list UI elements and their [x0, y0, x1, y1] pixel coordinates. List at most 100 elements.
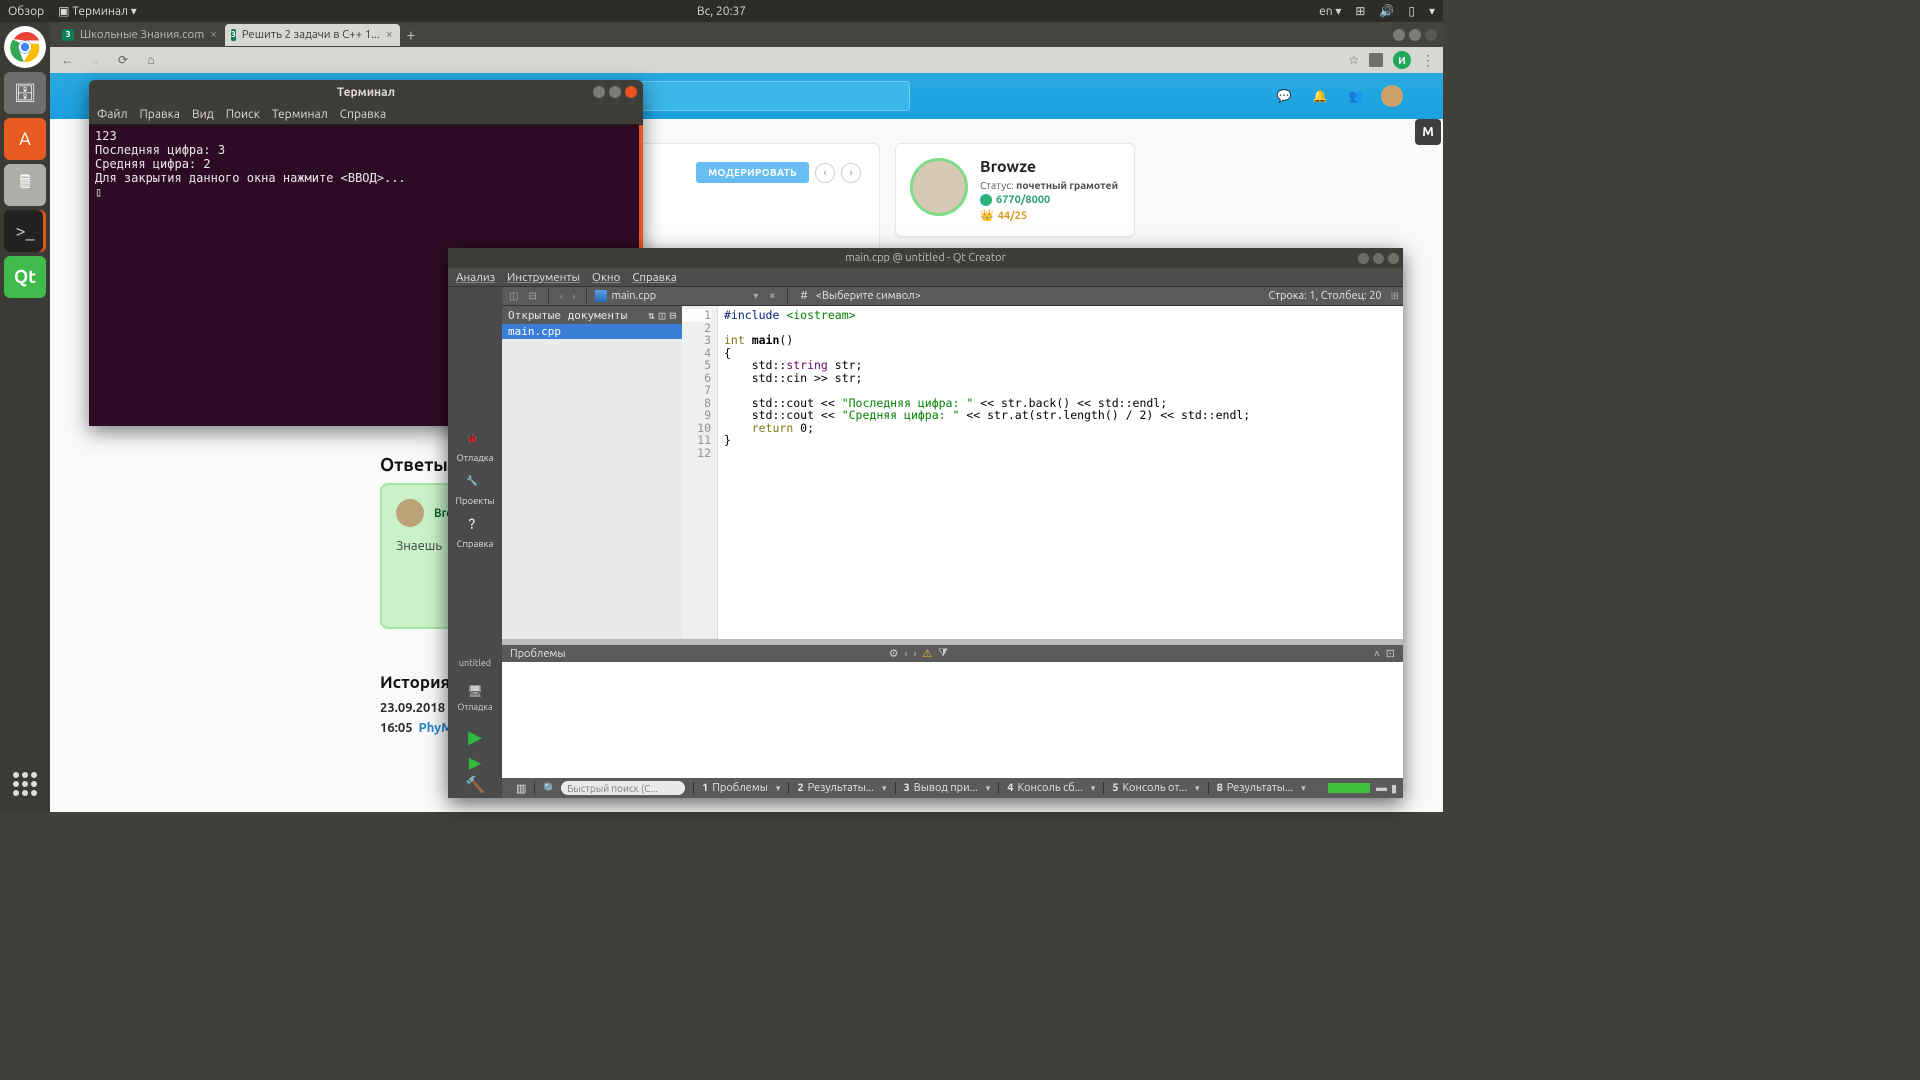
funnel-icon[interactable]: ⧩: [938, 647, 948, 660]
menu-window[interactable]: Окно: [592, 271, 620, 284]
nav-home-icon[interactable]: ⌂: [142, 51, 160, 69]
max-icon[interactable]: [609, 86, 621, 98]
sort-icon[interactable]: ⇅: [648, 309, 655, 322]
list-item[interactable]: main.cpp: [502, 324, 682, 339]
output-tab-testresults[interactable]: 8Результаты...▾: [1208, 782, 1314, 794]
dock-terminal[interactable]: >_: [4, 210, 46, 252]
output-tab-appoutput[interactable]: 3Вывод при...▾: [895, 782, 999, 794]
nav-back-icon[interactable]: ←: [58, 51, 76, 69]
avatar[interactable]: [1381, 85, 1403, 107]
dock-calculator[interactable]: 🖩: [4, 164, 46, 206]
toggle-right-icon[interactable]: ▮: [1391, 782, 1403, 795]
moderate-button[interactable]: МОДЕРИРОВАТЬ: [696, 162, 809, 183]
mode-debug[interactable]: 🐞 Отладка: [448, 429, 502, 466]
friends-icon[interactable]: 👥: [1345, 85, 1367, 107]
network-icon[interactable]: ⊞: [1355, 4, 1365, 18]
issues-header[interactable]: Проблемы ⚙ ‹ › ⚠ ⧩ ˄ ⊡: [502, 645, 1403, 662]
kit-project-name[interactable]: untitled: [448, 658, 502, 668]
bookmark-icon[interactable]: ☆: [1348, 53, 1359, 67]
pager-prev[interactable]: ‹: [815, 163, 835, 183]
split-icon[interactable]: ⊞: [1388, 290, 1403, 302]
dock-show-apps[interactable]: [0, 762, 50, 806]
expand-icon[interactable]: ˄: [1374, 648, 1380, 660]
close-pane-icon[interactable]: ⊟: [669, 309, 676, 322]
volume-icon[interactable]: 🔊: [1379, 4, 1394, 18]
close-icon[interactable]: [625, 86, 637, 98]
warning-icon[interactable]: ⚠: [922, 647, 932, 660]
profile-avatar-large[interactable]: [910, 158, 968, 216]
profile-avatar[interactable]: И: [1393, 51, 1411, 69]
next-icon[interactable]: ›: [913, 648, 916, 659]
open-file-combo[interactable]: main.cpp: [611, 290, 656, 302]
popup-icon[interactable]: ⊡: [1386, 647, 1395, 660]
close-icon[interactable]: [1425, 29, 1437, 41]
close-icon[interactable]: [1388, 253, 1399, 264]
system-clock[interactable]: Вс, 20:37: [697, 5, 746, 18]
overview-button[interactable]: Обзор: [8, 5, 44, 18]
menu-edit[interactable]: Правка: [140, 108, 180, 121]
menu-help[interactable]: Справка: [340, 108, 386, 121]
system-menu-icon[interactable]: ▾: [1429, 4, 1435, 18]
min-icon[interactable]: [593, 86, 605, 98]
terminal-titlebar[interactable]: Терминал: [89, 80, 643, 104]
split-icon[interactable]: ◫: [659, 309, 666, 322]
cursor-position[interactable]: Строка: 1, Столбец: 20: [1269, 290, 1388, 302]
run-debug-button[interactable]: ▶: [469, 753, 481, 772]
browser-tab[interactable]: З Школьные Знания.com ×: [56, 24, 225, 46]
max-icon[interactable]: [1373, 253, 1384, 264]
close-output-icon[interactable]: ▬: [1376, 782, 1391, 794]
close-tab-icon[interactable]: ×: [386, 28, 393, 41]
chat-icon[interactable]: 💬: [1273, 85, 1295, 107]
qtcreator-window[interactable]: main.cpp @ untitled - Qt Creator Анализ …: [448, 248, 1403, 798]
dock-chrome[interactable]: [4, 26, 46, 68]
toggle-sidebar-icon[interactable]: ▥: [516, 782, 526, 795]
menu-search[interactable]: Поиск: [226, 108, 260, 121]
qtcreator-titlebar[interactable]: main.cpp @ untitled - Qt Creator: [448, 248, 1403, 268]
output-tab-problems[interactable]: 1Проблемы▾: [693, 782, 788, 794]
output-tab-search[interactable]: 2Результаты...▾: [788, 782, 894, 794]
open-docs-list[interactable]: main.cpp: [502, 324, 682, 639]
menu-help[interactable]: Справка: [632, 271, 676, 284]
pager-next[interactable]: ›: [841, 163, 861, 183]
new-tab-button[interactable]: +: [400, 24, 422, 46]
profile-name[interactable]: Browze: [980, 158, 1118, 176]
battery-icon[interactable]: ▯: [1408, 4, 1415, 18]
close-editor-icon[interactable]: ×: [765, 290, 779, 302]
prev-icon[interactable]: ‹: [905, 648, 908, 659]
run-button[interactable]: ▶: [468, 727, 482, 748]
kit-build-config[interactable]: Отладка: [448, 702, 502, 712]
code-editor[interactable]: #include <iostream> int main() { std::st…: [718, 306, 1403, 639]
extension-icon[interactable]: [1369, 53, 1383, 67]
chevron-down-icon[interactable]: ▾: [750, 290, 761, 302]
symbol-combo[interactable]: <Выберите символ>: [816, 290, 921, 302]
min-icon[interactable]: [1358, 253, 1369, 264]
output-tab-compile[interactable]: 4Консоль сб...▾: [998, 782, 1103, 794]
quick-search-input[interactable]: Быстрый поиск (C...: [561, 781, 685, 795]
nav-forward-icon[interactable]: →: [86, 51, 104, 69]
min-icon[interactable]: [1393, 29, 1405, 41]
nav-back-icon[interactable]: ‹: [557, 291, 566, 302]
output-tab-debugconsole[interactable]: 5Консоль от...▾: [1103, 782, 1207, 794]
bell-icon[interactable]: 🔔: [1309, 85, 1331, 107]
menu-file[interactable]: Файл: [97, 108, 128, 121]
keyboard-layout[interactable]: en ▾: [1319, 4, 1341, 18]
dock-files[interactable]: 🗄: [4, 72, 46, 114]
menu-terminal[interactable]: Терминал: [272, 108, 328, 121]
max-icon[interactable]: [1409, 29, 1421, 41]
close-tab-icon[interactable]: ×: [210, 28, 217, 41]
menu-tools[interactable]: Инструменты: [507, 271, 580, 284]
floating-badge[interactable]: М: [1415, 119, 1441, 145]
active-app-indicator[interactable]: ▣ Терминал ▾: [58, 4, 137, 18]
dock-software[interactable]: A: [4, 118, 46, 160]
split-v-icon[interactable]: ⊟: [525, 290, 539, 302]
answerer-avatar[interactable]: [396, 499, 424, 527]
menu-view[interactable]: Вид: [192, 108, 214, 121]
issues-panel[interactable]: [502, 662, 1403, 778]
nav-reload-icon[interactable]: ⟳: [114, 51, 132, 69]
mode-help[interactable]: ❔ Справка: [448, 515, 502, 552]
mode-projects[interactable]: 🔧 Проекты: [448, 472, 502, 509]
split-h-icon[interactable]: ◫: [506, 290, 521, 302]
build-button[interactable]: 🔨: [465, 775, 485, 794]
browser-tab-active[interactable]: З Решить 2 задачи в C++ 1... ×: [225, 24, 400, 46]
menu-icon[interactable]: ⋮: [1421, 52, 1435, 69]
